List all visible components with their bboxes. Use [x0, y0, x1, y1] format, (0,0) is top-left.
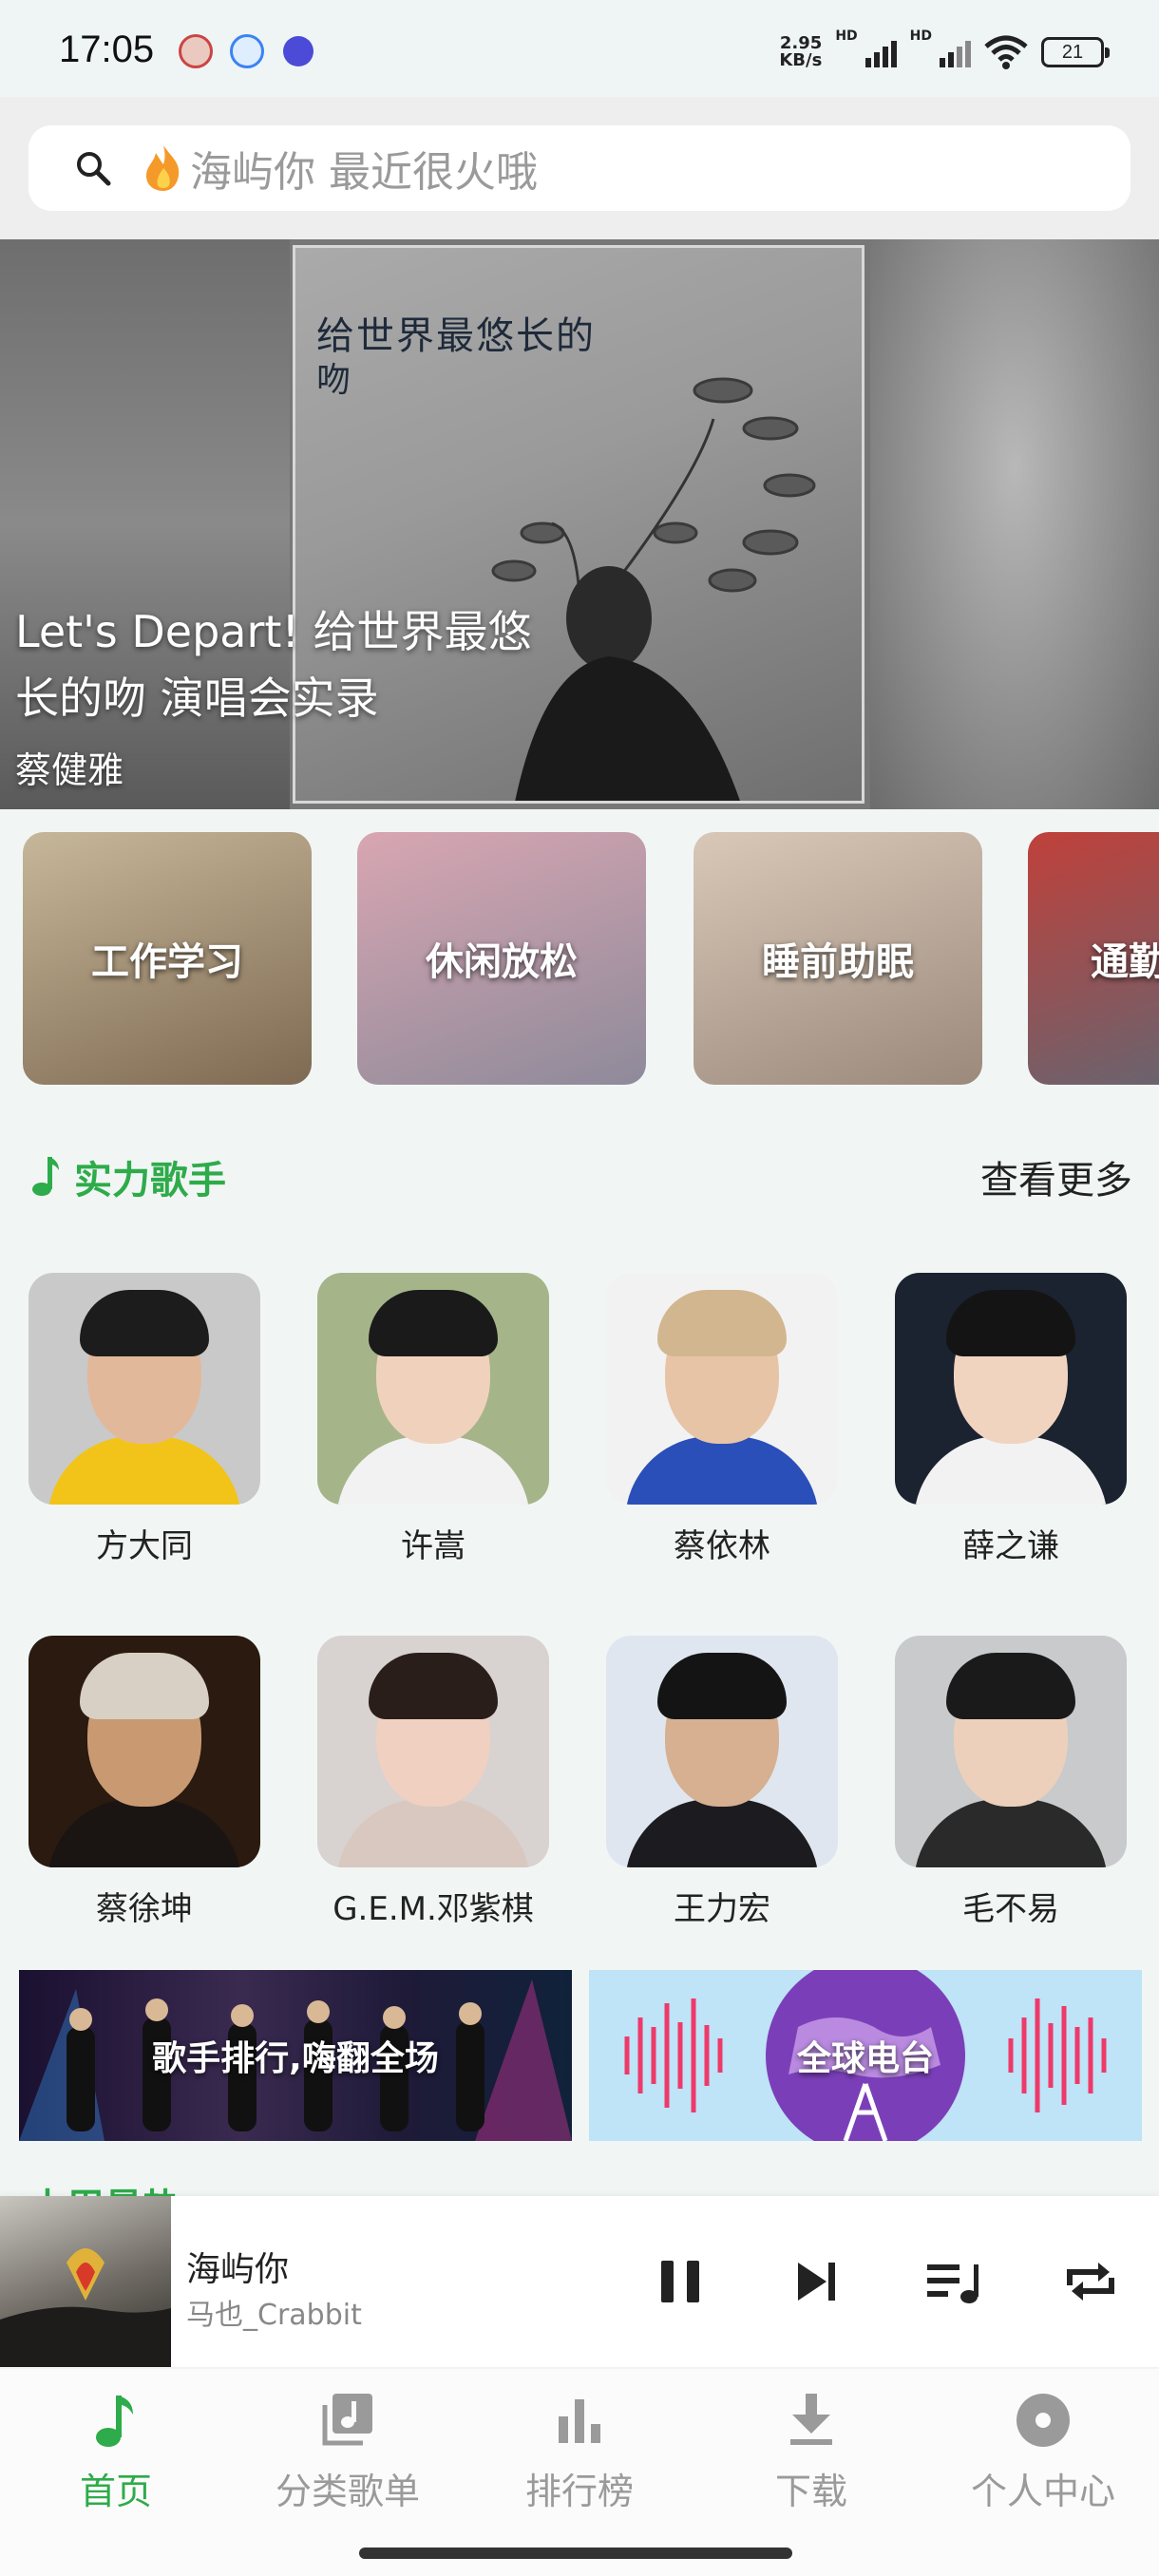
signal-icon [864, 37, 897, 67]
singer-name: 薛之谦 [962, 1527, 1059, 1565]
singer-card[interactable]: 蔡徐坤 [28, 1636, 260, 1929]
search-icon [77, 152, 111, 186]
status-bar: 17:05 2.95 KB/s HD HD 21 [0, 0, 1159, 104]
signal-icon-2 [940, 37, 971, 67]
mood-card[interactable]: 睡前助眠 [694, 832, 982, 1085]
avatar-notification-icon [179, 34, 213, 68]
singer-card[interactable]: 蔡依林 [606, 1273, 838, 1566]
hd-label-2: HD [909, 28, 932, 44]
search-input[interactable]: 海屿你 最近很火哦 [28, 125, 1130, 211]
weekly-hot-title: 本周最热 [28, 2177, 180, 2196]
see-more-link[interactable]: 查看更多 [980, 1149, 1132, 1204]
mini-player[interactable]: 海屿你 马也_Crabbit [0, 2196, 1159, 2367]
bar-chart-icon [559, 2399, 600, 2443]
net-speed: 2.95 KB/s [779, 33, 823, 70]
mood-card[interactable]: 工作学习 [23, 832, 312, 1085]
global-radio-banner[interactable]: 全球电台 [589, 1970, 1142, 2141]
mood-card[interactable]: 通勤 [1028, 832, 1159, 1085]
status-right: 2.95 KB/s HD HD 21 [779, 28, 1110, 76]
wifi-icon [984, 35, 1028, 69]
singer-photo [895, 1273, 1127, 1505]
singer-photo [28, 1636, 260, 1867]
status-time: 17:05 [59, 28, 155, 70]
nav-charts[interactable]: 排行榜 [466, 2390, 694, 2514]
nav-category-playlists[interactable]: 分类歌单 [234, 2390, 462, 2514]
battery-icon: 21 [1041, 37, 1110, 67]
banner-next-slide[interactable] [870, 239, 1159, 809]
singer-ranking-banner[interactable]: 歌手排行,嗨翻全场 [19, 1970, 572, 2141]
singer-photo [317, 1273, 549, 1505]
playlist-icon [322, 2394, 372, 2446]
music-note-icon [96, 2396, 133, 2447]
app-notification-icon-2 [283, 36, 314, 66]
singer-card[interactable]: G.E.M.邓紫棋 [317, 1636, 549, 1929]
nav-downloads[interactable]: 下载 [697, 2390, 925, 2514]
section-title: 实力歌手 [74, 1159, 226, 1203]
singer-name: 蔡依林 [674, 1527, 770, 1565]
player-song-title: 海屿你 [186, 2250, 290, 2289]
singer-photo [606, 1636, 838, 1867]
next-track-icon[interactable] [787, 2251, 847, 2312]
app-notification-icon [230, 34, 264, 68]
banner-caption: Let's Depart! 给世界最悠 长的吻 演唱会实录 [15, 606, 532, 724]
nav-profile[interactable]: 个人中心 [929, 2390, 1157, 2514]
singer-photo [28, 1273, 260, 1505]
singer-name: 王力宏 [674, 1890, 770, 1928]
pause-icon[interactable] [650, 2251, 711, 2312]
singer-name: 许嵩 [401, 1527, 466, 1565]
singer-card[interactable]: 方大同 [28, 1273, 260, 1566]
singer-name: 毛不易 [962, 1890, 1059, 1928]
player-cover[interactable] [0, 2196, 171, 2367]
singer-card[interactable]: 薛之谦 [895, 1273, 1127, 1566]
fire-icon [146, 145, 180, 191]
music-note-icon [32, 1157, 59, 1196]
singer-photo [606, 1273, 838, 1505]
singer-card[interactable]: 许嵩 [317, 1273, 549, 1566]
singer-photo [895, 1636, 1127, 1867]
banner-carousel[interactable]: 给世界最悠长的 吻 Let's Depart! 给世界最悠 长的吻 演唱会实录 … [0, 239, 1159, 809]
section-header: 实力歌手 查看更多 [30, 1149, 1132, 1204]
bottom-navigation: 首页 分类歌单 排行榜 下载 个人中心 [0, 2369, 1159, 2576]
cover-artwork [0, 2248, 171, 2367]
singer-photo [317, 1636, 549, 1867]
singer-card[interactable]: 毛不易 [895, 1636, 1127, 1929]
mood-category-row: 工作学习 休闲放松 睡前助眠 通勤 [23, 832, 1159, 1087]
hd-label: HD [835, 28, 858, 44]
singer-name: G.E.M.邓紫棋 [332, 1890, 534, 1928]
singer-card[interactable]: 王力宏 [606, 1636, 838, 1929]
search-placeholder: 海屿你 最近很火哦 [190, 148, 538, 197]
nav-home[interactable]: 首页 [2, 2390, 230, 2514]
singer-name: 蔡徐坤 [96, 1890, 193, 1928]
download-icon [790, 2394, 832, 2445]
singer-name: 方大同 [96, 1527, 193, 1565]
search-area: 海屿你 最近很火哦 [0, 97, 1159, 239]
playlist-queue-icon[interactable] [923, 2251, 984, 2312]
mood-card[interactable]: 休闲放松 [357, 832, 646, 1085]
banner-artist: 蔡健雅 [15, 749, 124, 791]
disc-icon [1016, 2394, 1070, 2447]
home-indicator[interactable] [359, 2548, 792, 2559]
player-artist: 马也_Crabbit [186, 2299, 362, 2332]
repeat-icon[interactable] [1060, 2251, 1121, 2312]
